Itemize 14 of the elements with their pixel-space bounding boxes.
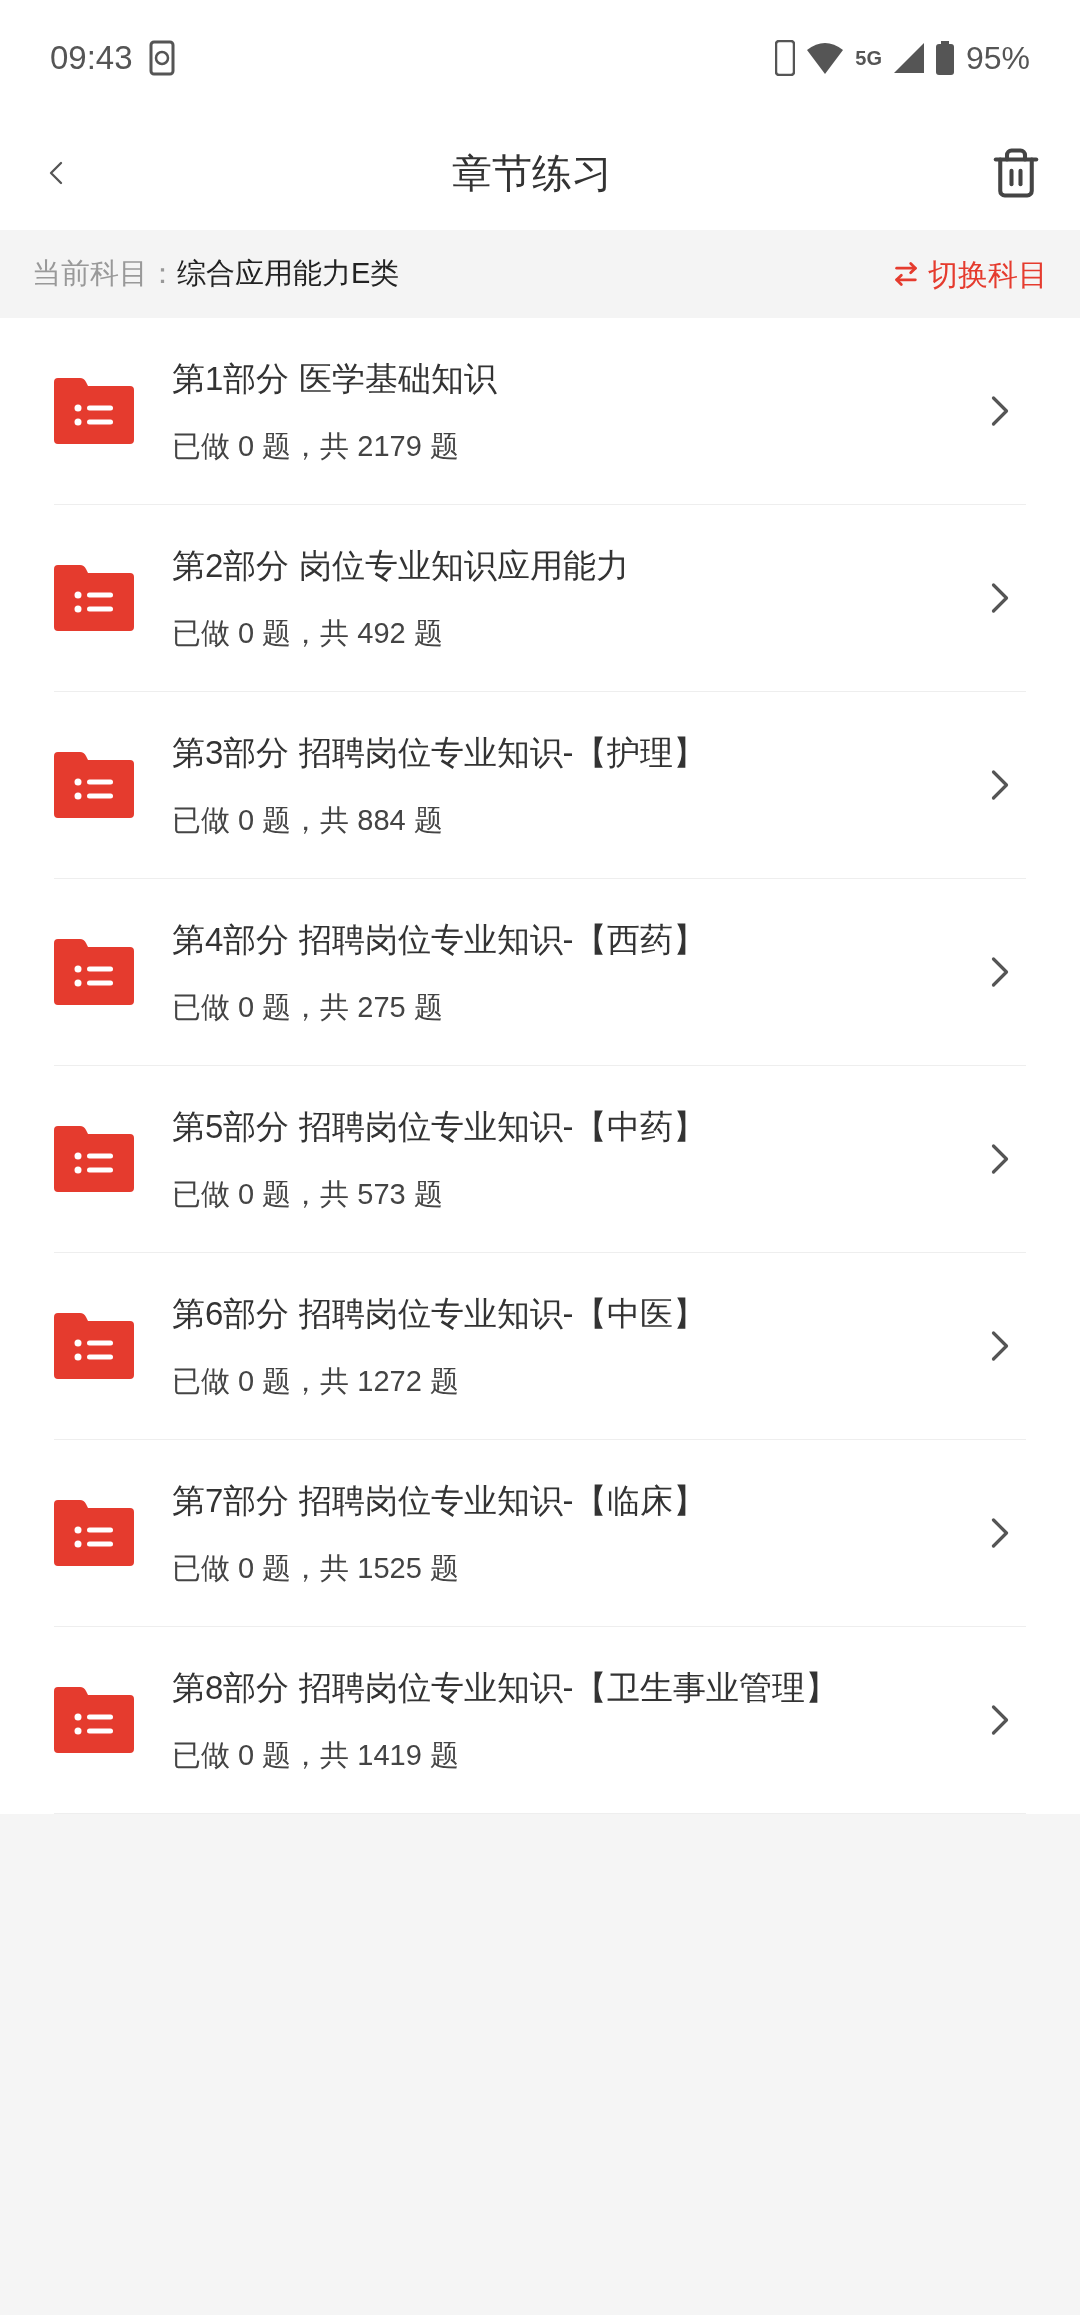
subject-label: 当前科目： xyxy=(32,256,177,292)
chapter-title: 第4部分 招聘岗位专业知识-【西药】 xyxy=(172,919,707,960)
chapter-title: 第6部分 招聘岗位专业知识-【中医】 xyxy=(172,1293,707,1334)
chapter-title: 第1部分 医学基础知识 xyxy=(172,358,498,399)
chapter-title: 第8部分 招聘岗位专业知识-【卫生事业管理】 xyxy=(172,1667,839,1708)
chapter-title: 第5部分 招聘岗位专业知识-【中药】 xyxy=(172,1106,707,1147)
battery-percentage: 95% xyxy=(965,38,1030,78)
chapter-title: 第2部分 岗位专业知识应用能力 xyxy=(172,545,630,586)
page-title: 章节练习 xyxy=(452,149,612,197)
chapter-title: 第3部分 招聘岗位专业知识-【护理】 xyxy=(172,732,707,773)
chapter-title: 第7部分 招聘岗位专业知识-【临床】 xyxy=(172,1480,707,1521)
subject-value: 综合应用能力E类 xyxy=(177,256,400,292)
status-time: 09:43 xyxy=(50,37,133,78)
network-type: 5G xyxy=(855,45,882,71)
